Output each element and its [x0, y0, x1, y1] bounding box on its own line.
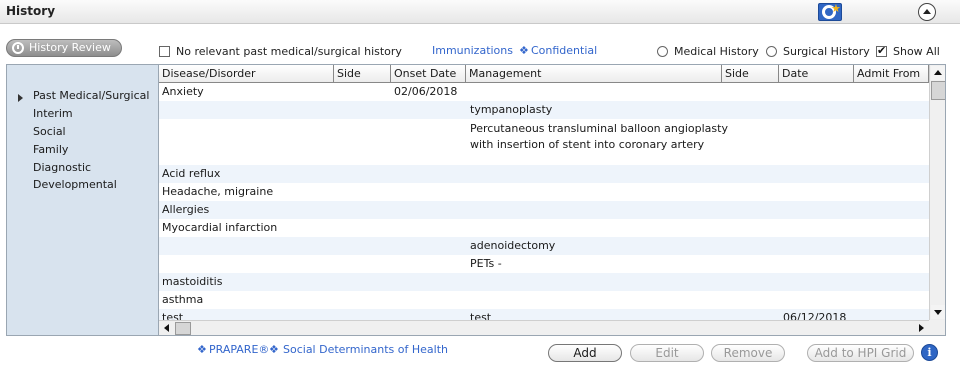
surgical-history-radio[interactable]: [766, 46, 777, 57]
disease-cell: asthma: [162, 293, 204, 306]
table-row[interactable]: Myocardial infarction: [159, 219, 929, 237]
col-disease-disorder[interactable]: Disease/Disorder: [159, 65, 334, 83]
edit-button[interactable]: Edit: [630, 344, 704, 362]
table-row[interactable]: mastoiditis: [159, 273, 929, 291]
table-row[interactable]: PETs -: [159, 255, 929, 273]
table-row[interactable]: tympanoplasty: [159, 101, 929, 119]
col-side-2[interactable]: Side: [722, 65, 779, 83]
col-side[interactable]: Side: [334, 65, 391, 83]
sidebar-item-social[interactable]: Social: [33, 125, 66, 138]
management-cell: tympanoplasty: [470, 103, 553, 116]
add-button[interactable]: Add: [548, 344, 622, 362]
disease-cell: Acid reflux: [162, 167, 221, 180]
diamond-icon: ❖: [197, 343, 207, 356]
history-sidebar: Past Medical/Surgical Interim Social Fam…: [7, 65, 158, 335]
history-review-label: History Review: [29, 41, 111, 54]
show-all-label: Show All: [893, 45, 940, 58]
title-bar: History ★: [0, 0, 960, 24]
disease-cell: Anxiety: [162, 85, 204, 98]
management-cell: adenoidectomy: [470, 239, 556, 252]
management-cell: PETs -: [470, 257, 502, 270]
diamond-icon: ❖: [269, 343, 279, 356]
vertical-scrollbar[interactable]: [929, 65, 945, 320]
horizontal-scrollbar[interactable]: [159, 320, 929, 335]
sidebar-item-diagnostic[interactable]: Diagnostic: [33, 161, 91, 174]
col-onset-date[interactable]: Onset Date: [391, 65, 466, 83]
no-relevant-history-label: No relevant past medical/surgical histor…: [176, 45, 402, 58]
page-title: History: [6, 4, 56, 18]
diamond-icon: ❖: [519, 44, 529, 57]
info-icon[interactable]: i: [921, 344, 938, 361]
history-grid: Disease/Disorder Side Onset Date Managem…: [158, 65, 945, 335]
onset-cell: 02/06/2018: [394, 85, 458, 98]
sidebar-item-developmental[interactable]: Developmental: [33, 178, 117, 191]
vertical-scroll-thumb[interactable]: [931, 81, 945, 100]
sidebar-item-family[interactable]: Family: [33, 143, 68, 156]
selected-arrow-icon: [18, 94, 23, 102]
scroll-left-arrow-icon[interactable]: [160, 322, 174, 335]
management-cell-line2: with insertion of stent into coronary ar…: [470, 138, 705, 151]
confidential-link[interactable]: Confidential: [531, 44, 597, 57]
sidebar-item-interim[interactable]: Interim: [33, 107, 73, 120]
disease-cell: Allergies: [162, 203, 210, 216]
management-cell: Percutaneous transluminal balloon angiop…: [470, 122, 728, 135]
table-row[interactable]: Percutaneous transluminal balloon angiop…: [159, 119, 929, 165]
disease-cell: mastoiditis: [162, 275, 223, 288]
remove-button[interactable]: Remove: [711, 344, 785, 362]
col-management[interactable]: Management: [466, 65, 722, 83]
scroll-up-arrow-icon[interactable]: [931, 66, 945, 80]
table-row[interactable]: Anxiety 02/06/2018: [159, 83, 929, 101]
table-row[interactable]: adenoidectomy: [159, 237, 929, 255]
history-panel: Past Medical/Surgical Interim Social Fam…: [6, 64, 946, 336]
disease-cell: Myocardial infarction: [162, 221, 278, 234]
disease-cell: Headache, migraine: [162, 185, 274, 198]
medical-history-radio[interactable]: [657, 46, 668, 57]
collapse-up-icon[interactable]: [918, 3, 936, 21]
surgical-history-label: Surgical History: [783, 45, 870, 58]
quick-add-icon[interactable]: ★: [818, 2, 842, 21]
clock-icon: [12, 42, 24, 54]
no-relevant-history-checkbox[interactable]: [159, 46, 170, 57]
table-row[interactable]: Acid reflux: [159, 165, 929, 183]
horizontal-scroll-thumb[interactable]: [175, 322, 191, 335]
prapare-link[interactable]: PRAPARE®: [209, 343, 269, 356]
history-review-button[interactable]: History Review: [6, 39, 122, 57]
social-determinants-link[interactable]: Social Determinants of Health: [283, 343, 448, 356]
show-all-checkbox[interactable]: [876, 44, 887, 57]
scroll-down-arrow-icon[interactable]: [931, 305, 945, 319]
sidebar-item-past-medical-surgical[interactable]: Past Medical/Surgical: [33, 89, 149, 102]
scroll-corner: [929, 320, 945, 335]
col-admit-from[interactable]: Admit From: [854, 65, 929, 83]
add-to-hpi-grid-button[interactable]: Add to HPI Grid: [807, 344, 914, 362]
scroll-right-arrow-icon[interactable]: [914, 322, 928, 335]
table-row[interactable]: Allergies: [159, 201, 929, 219]
table-row[interactable]: Headache, migraine: [159, 183, 929, 201]
immunizations-link[interactable]: Immunizations: [432, 44, 513, 57]
col-date[interactable]: Date: [779, 65, 854, 83]
table-row[interactable]: asthma: [159, 291, 929, 309]
medical-history-label: Medical History: [674, 45, 759, 58]
